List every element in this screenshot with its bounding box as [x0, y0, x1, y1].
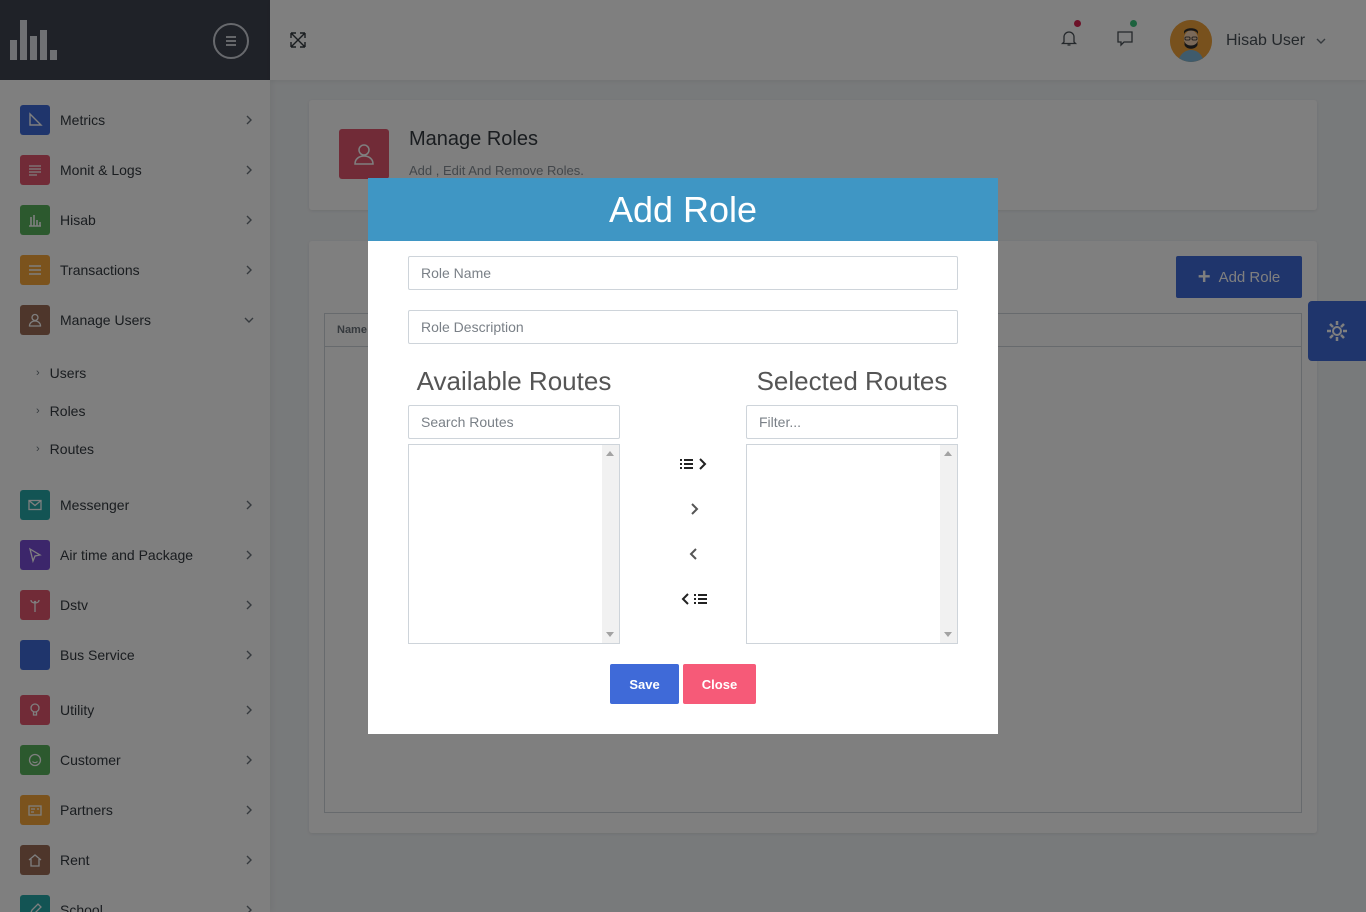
scrollbar[interactable] [602, 445, 619, 643]
available-routes-title: Available Routes [416, 366, 612, 396]
add-role-modal: Add Role Available Routes Selected Route… [368, 178, 998, 734]
scroll-down-icon[interactable] [606, 632, 614, 637]
search-routes-input[interactable] [408, 405, 620, 439]
scroll-down-icon[interactable] [944, 632, 952, 637]
scroll-up-icon[interactable] [606, 451, 614, 456]
move-all-left-button[interactable] [676, 587, 712, 611]
move-right-button[interactable] [676, 497, 712, 521]
chevron-left-icon [689, 548, 697, 560]
selected-routes-title: Selected Routes [756, 366, 948, 396]
modal-header: Add Role [368, 178, 998, 241]
save-button[interactable]: Save [610, 664, 679, 704]
move-all-left-icon [681, 593, 707, 605]
filter-selected-input[interactable] [746, 405, 958, 439]
role-name-input[interactable] [408, 256, 958, 290]
scrollbar[interactable] [940, 445, 957, 643]
modal-title: Add Role [608, 188, 758, 230]
move-left-button[interactable] [676, 542, 712, 566]
role-description-input[interactable] [408, 310, 958, 344]
move-all-right-icon [680, 458, 707, 470]
scroll-up-icon[interactable] [944, 451, 952, 456]
selected-routes-list[interactable] [746, 444, 958, 644]
chevron-right-icon [691, 503, 699, 515]
close-button[interactable]: Close [683, 664, 756, 704]
move-all-right-button[interactable] [676, 452, 712, 476]
available-routes-list[interactable] [408, 444, 620, 644]
